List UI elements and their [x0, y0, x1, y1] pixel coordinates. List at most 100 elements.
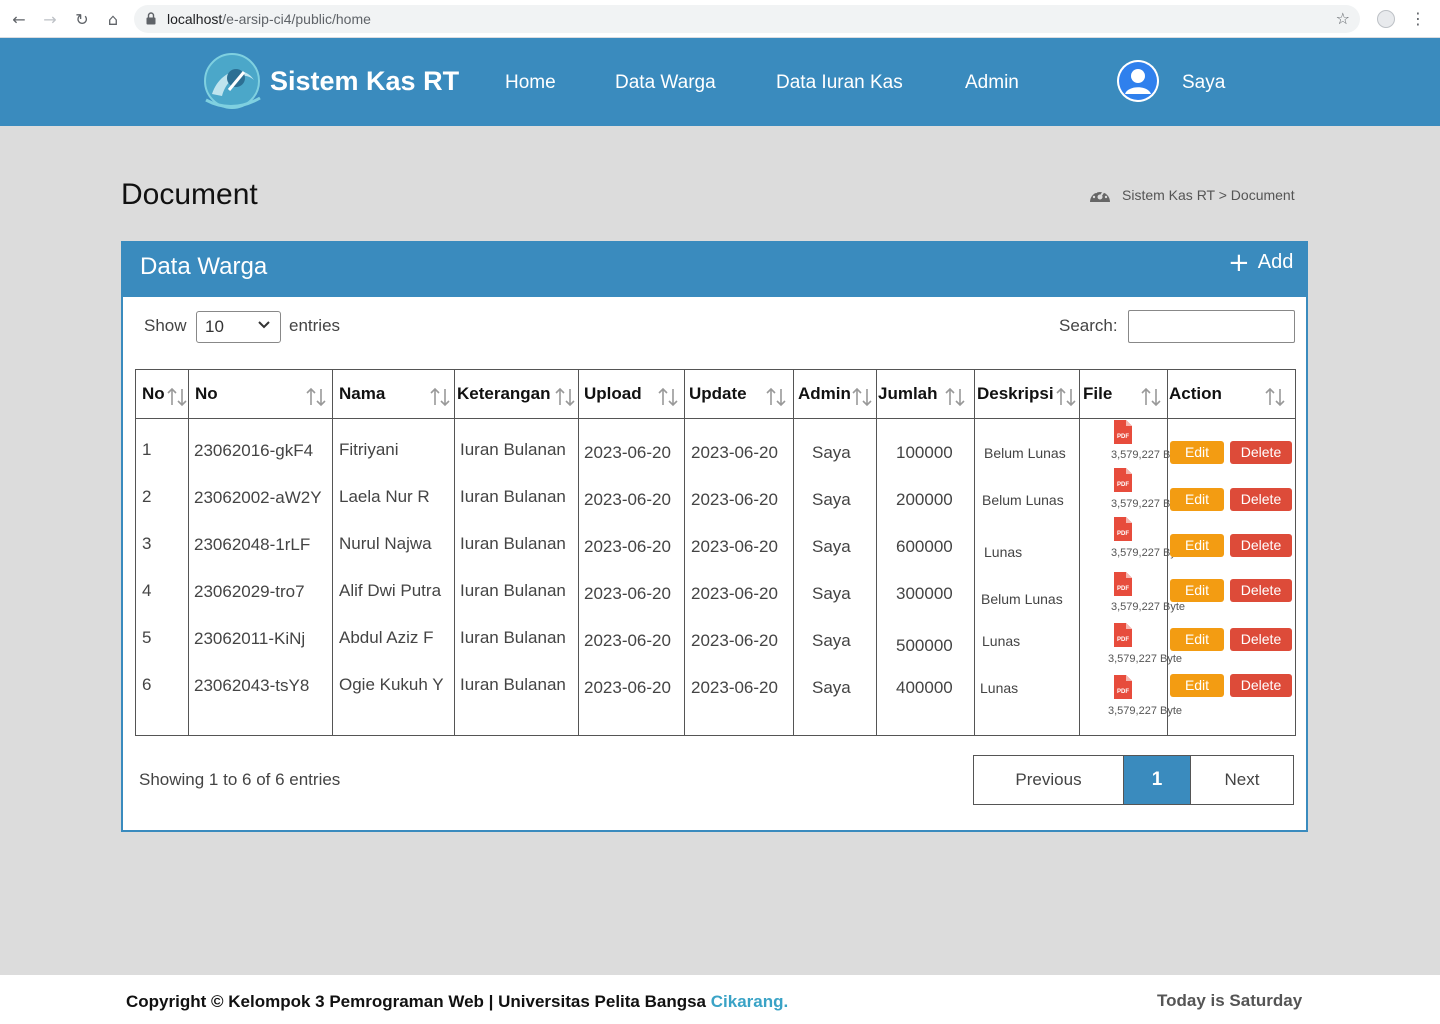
delete-button[interactable]: Delete: [1230, 534, 1292, 557]
page-title: Document: [121, 178, 258, 211]
pagination: Previous 1 Next: [973, 755, 1294, 805]
edit-button[interactable]: Edit: [1170, 534, 1224, 557]
cell-deskripsi: Belum Lunas: [981, 591, 1063, 607]
pdf-file-icon[interactable]: PDF: [1112, 622, 1134, 648]
chevron-down-icon: [258, 321, 270, 329]
pdf-file-icon[interactable]: PDF: [1112, 467, 1134, 493]
plus-icon: +: [1228, 247, 1250, 278]
column-header-jumlah[interactable]: Jumlah: [878, 384, 938, 404]
pdf-file-icon[interactable]: PDF: [1112, 571, 1134, 597]
sort-arrows-icon[interactable]: [166, 387, 188, 407]
column-header-keterangan[interactable]: Keterangan: [457, 384, 551, 404]
nav-data-iuran-kas[interactable]: Data Iuran Kas: [776, 72, 903, 94]
today-text: Today is Saturday: [1157, 991, 1303, 1010]
address-bar[interactable]: localhost/e-arsip-ci4/public/home ☆: [134, 5, 1360, 33]
sort-arrows-icon[interactable]: [1140, 387, 1162, 407]
column-header-file[interactable]: File: [1083, 384, 1112, 404]
edit-button[interactable]: Edit: [1170, 628, 1224, 651]
sort-arrows-icon[interactable]: [851, 387, 873, 407]
column-header-nama[interactable]: Nama: [339, 384, 385, 404]
column-divider: [974, 370, 975, 735]
svg-text:PDF: PDF: [1117, 586, 1129, 592]
cell-no: 5: [142, 628, 152, 647]
entries-length-select[interactable]: 10: [196, 311, 281, 343]
cell-jumlah: 300000: [896, 584, 953, 603]
svg-text:PDF: PDF: [1117, 689, 1129, 695]
breadcrumb-text[interactable]: Sistem Kas RT > Document: [1122, 187, 1295, 203]
nav-admin[interactable]: Admin: [965, 72, 1019, 94]
edit-button[interactable]: Edit: [1170, 674, 1224, 697]
next-page-button[interactable]: Next: [1190, 756, 1293, 804]
cell-jumlah: 500000: [896, 636, 953, 655]
sort-arrows-icon[interactable]: [944, 387, 966, 407]
bookmark-star-icon[interactable]: ☆: [1336, 9, 1350, 28]
search-input[interactable]: [1128, 310, 1295, 343]
sort-arrows-icon[interactable]: [657, 387, 679, 407]
delete-button[interactable]: Delete: [1230, 674, 1292, 697]
nav-home[interactable]: Home: [505, 72, 556, 94]
delete-button[interactable]: Delete: [1230, 628, 1292, 651]
file-size: 3,579,227 Byte: [1108, 705, 1183, 717]
page-1-button[interactable]: 1: [1124, 756, 1190, 804]
back-arrow-icon[interactable]: ←: [9, 9, 29, 29]
profile-icon[interactable]: [1377, 10, 1395, 28]
column-header-admin[interactable]: Admin: [798, 384, 851, 404]
cell-code: 23062002-aW2Y: [194, 488, 322, 507]
edit-button[interactable]: Edit: [1170, 441, 1224, 464]
card-header: Data Warga + Add: [123, 243, 1306, 297]
file-size: 3,579,227 Byte: [1108, 653, 1183, 665]
column-header-deskripsi[interactable]: Deskripsi: [977, 384, 1054, 404]
home-icon[interactable]: ⌂: [103, 9, 123, 29]
cell-update: 2023-06-20: [691, 678, 778, 697]
sort-arrows-icon[interactable]: [429, 387, 451, 407]
pdf-file-icon[interactable]: PDF: [1112, 516, 1134, 542]
cell-admin: Saya: [812, 490, 851, 509]
add-button[interactable]: + Add: [1228, 247, 1293, 278]
browser-menu-icon[interactable]: ⋮: [1410, 9, 1426, 28]
cell-update: 2023-06-20: [691, 490, 778, 509]
column-header-action[interactable]: Action: [1169, 384, 1222, 404]
column-header-update[interactable]: Update: [689, 384, 747, 404]
user-menu[interactable]: Saya: [1182, 72, 1225, 94]
edit-button[interactable]: Edit: [1170, 579, 1224, 602]
delete-button[interactable]: Delete: [1230, 441, 1292, 464]
pdf-file-icon[interactable]: PDF: [1112, 419, 1134, 445]
previous-page-button[interactable]: Previous: [974, 756, 1124, 804]
sort-arrows-icon[interactable]: [1055, 387, 1077, 407]
table-info: Showing 1 to 6 of 6 entries: [139, 770, 341, 789]
cell-nama: Abdul Aziz F: [339, 628, 434, 647]
column-header-upload[interactable]: Upload: [584, 384, 642, 404]
reload-icon[interactable]: ↻: [72, 9, 92, 29]
data-table: No No Nama Keterangan Upload Update Admin Jumla…: [135, 369, 1296, 736]
column-divider: [793, 370, 794, 735]
svg-text:PDF: PDF: [1117, 482, 1129, 488]
delete-button[interactable]: Delete: [1230, 579, 1292, 602]
sort-arrows-icon[interactable]: [1264, 387, 1286, 407]
nav-data-warga[interactable]: Data Warga: [615, 72, 716, 94]
cell-keterangan: Iuran Bulanan: [460, 440, 566, 459]
sort-arrows-icon[interactable]: [554, 387, 576, 407]
cell-admin: Saya: [812, 678, 851, 697]
entries-length-value: 10: [205, 317, 224, 336]
cell-deskripsi: Belum Lunas: [982, 492, 1064, 508]
logo-icon[interactable]: [200, 50, 264, 112]
breadcrumb: Sistem Kas RT > Document: [1088, 185, 1295, 205]
cell-no: 1: [142, 440, 152, 459]
svg-text:PDF: PDF: [1117, 531, 1129, 537]
cell-deskripsi: Lunas: [984, 544, 1023, 560]
sort-arrows-icon[interactable]: [305, 387, 327, 407]
column-divider: [332, 370, 333, 735]
column-header-no-a[interactable]: No: [142, 384, 165, 404]
search-label: Search:: [1059, 316, 1118, 335]
brand-title[interactable]: Sistem Kas RT: [270, 66, 459, 97]
column-header-no-b[interactable]: No: [195, 384, 218, 404]
sort-arrows-icon[interactable]: [765, 387, 787, 407]
delete-button[interactable]: Delete: [1230, 488, 1292, 511]
user-avatar-icon[interactable]: [1117, 60, 1159, 102]
copyright-text: Copyright © Kelompok 3 Pemrograman Web |…: [126, 992, 789, 1011]
edit-button[interactable]: Edit: [1170, 488, 1224, 511]
city-link[interactable]: Cikarang.: [711, 992, 788, 1011]
forward-arrow-icon[interactable]: →: [40, 9, 60, 29]
url-text: localhost/e-arsip-ci4/public/home: [167, 11, 371, 27]
pdf-file-icon[interactable]: PDF: [1112, 674, 1134, 700]
